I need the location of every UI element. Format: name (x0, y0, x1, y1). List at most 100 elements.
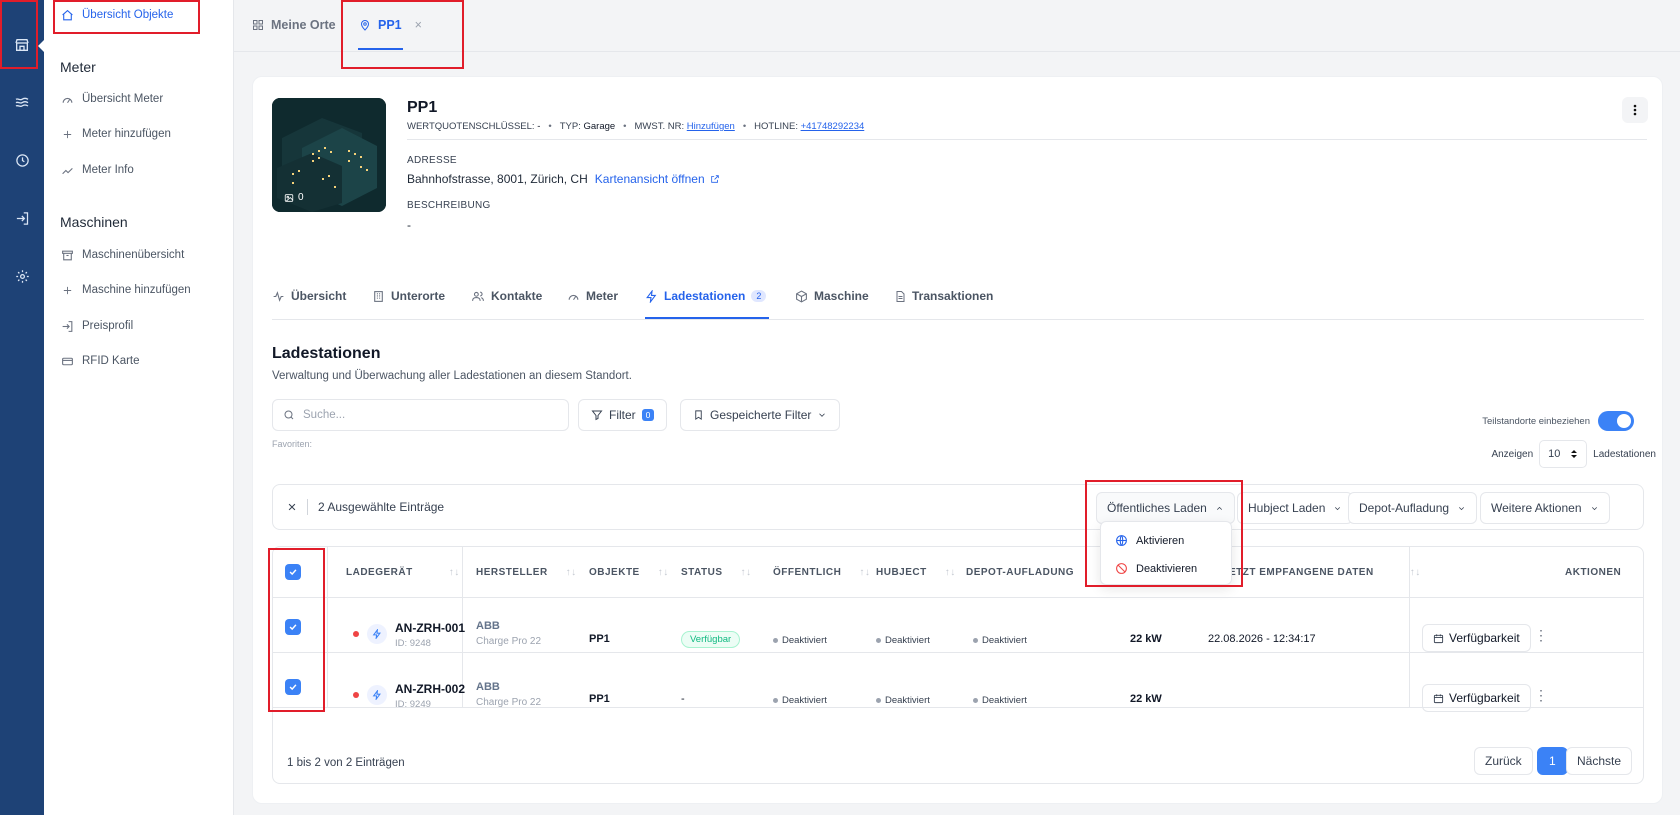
power-cell: 22 kW (1130, 693, 1162, 705)
col-hubject[interactable]: HUBJECT ↑↓ (876, 547, 956, 597)
sidebar-item-maschinenuebersicht[interactable]: Maschinenübersicht (60, 245, 184, 265)
col-depot-aufladung[interactable]: DEPOT-AUFLADUNG (966, 547, 1088, 597)
status-value: - (681, 693, 685, 705)
users-icon (471, 290, 485, 303)
col-hersteller[interactable]: HERSTELLER ↑↓ (476, 547, 577, 597)
divider (407, 139, 1647, 140)
column-label: HERSTELLER (476, 566, 548, 578)
status-badge: Verfügbar (681, 631, 741, 648)
settings-icon[interactable] (0, 256, 44, 296)
sort-icon: ↑↓ (448, 566, 460, 578)
col-objekte[interactable]: OBJEKTE ↑↓ (589, 547, 669, 597)
prev-page-button[interactable]: Zurück (1474, 747, 1533, 775)
calendar-icon (1433, 693, 1444, 704)
current-page-button[interactable]: 1 (1537, 747, 1568, 775)
page-size-select[interactable]: 10 (1539, 440, 1588, 468)
tab-label: Kontakte (491, 289, 543, 303)
tab-meine-orte[interactable]: Meine Orte (252, 18, 336, 32)
show-label: Anzeigen (1491, 448, 1534, 460)
charger-id: ID: 9249 (395, 699, 431, 710)
more-actions-button[interactable]: Weitere Aktionen (1480, 492, 1610, 524)
sidebar-item-label: Preisprofil (82, 320, 134, 332)
tab-kontakte[interactable]: Kontakte (471, 289, 542, 303)
row-divider (273, 652, 1643, 653)
tab-transaktionen[interactable]: Transaktionen (894, 289, 993, 303)
sort-icon: ↑↓ (740, 566, 752, 578)
waves-icon[interactable] (0, 82, 44, 122)
action-label: Depot-Aufladung (1359, 501, 1450, 515)
object-cell[interactable]: PP1 (589, 633, 610, 645)
tab-ladestationen[interactable]: Ladestationen 2 (645, 289, 767, 303)
sort-icon: ↑↓ (1409, 566, 1421, 578)
chevron-down-icon (1333, 504, 1342, 513)
object-cell[interactable]: PP1 (589, 693, 610, 705)
sidebar-item-rfid-karte[interactable]: RFID Karte (60, 351, 140, 371)
annotation-box (341, 0, 464, 69)
column-label: AKTIONEN (1565, 566, 1622, 578)
box-icon (795, 289, 808, 303)
tab-unterorte[interactable]: Unterorte (372, 289, 445, 303)
sort-icon: ↑↓ (944, 566, 956, 578)
sidebar-item-meter-info[interactable]: Meter Info (60, 160, 134, 180)
selected-count-text: 2 Ausgewählte Einträge (318, 500, 445, 514)
availability-label: Verfügbarkeit (1449, 691, 1520, 705)
clock-icon[interactable] (0, 140, 44, 180)
column-label: ÖFFENTLICH (773, 566, 842, 578)
status-dot (353, 631, 359, 637)
saved-filters-label: Gespeicherte Filter (710, 408, 812, 422)
login-icon[interactable] (0, 198, 44, 238)
sidebar-item-maschine-hinzufuegen[interactable]: Maschine hinzufügen (60, 280, 191, 300)
manufacturer-model: Charge Pro 22 (476, 636, 542, 647)
updown-icon (1570, 449, 1578, 459)
charger-cell[interactable]: AN-ZRH-001 ID: 9248 (395, 621, 465, 649)
saved-filters-button[interactable]: Gespeicherte Filter (680, 399, 841, 431)
tab-meter[interactable]: Meter (567, 289, 618, 303)
sidebar-item-meter-hinzufuegen[interactable]: Meter hinzufügen (60, 124, 171, 144)
meta-key-value: - (537, 121, 541, 132)
close-icon[interactable] (287, 502, 297, 512)
sidebar-item-label: Maschinenübersicht (82, 249, 185, 261)
object-title: PP1 (407, 99, 438, 116)
status-dot (353, 692, 359, 698)
public-state: Deaktiviert (773, 695, 827, 706)
col-ladegeraet[interactable]: LADEGERÄT ↑↓ (346, 547, 466, 597)
chevron-down-icon (817, 410, 827, 420)
section-subtitle: Verwaltung und Überwachung aller Ladesta… (272, 370, 632, 382)
hubject-charging-button[interactable]: Hubject Laden (1237, 492, 1354, 524)
include-subsites-toggle[interactable] (1598, 411, 1634, 431)
charger-cell[interactable]: AN-ZRH-002 ID: 9249 (395, 682, 465, 710)
annotation-box (53, 0, 200, 34)
tab-maschine[interactable]: Maschine (795, 289, 869, 303)
map-link[interactable]: Kartenansicht öffnen (595, 172, 720, 186)
gauge-icon (567, 290, 580, 303)
more-options-button[interactable] (1622, 97, 1648, 123)
row-menu-icon[interactable]: ⋮ (1534, 687, 1548, 704)
annotation-box (268, 548, 325, 712)
column-label: HUBJECT (876, 566, 927, 578)
manufacturer-cell: ABB Charge Pro 22 (476, 620, 541, 647)
add-vat-link[interactable]: Hinzufügen (687, 121, 735, 132)
depot-state: Deaktiviert (973, 635, 1027, 646)
tabs-divider (272, 319, 1644, 320)
depot-charging-button[interactable]: Depot-Aufladung (1348, 492, 1478, 524)
meta-type-value: Garage (583, 121, 616, 132)
object-photo[interactable]: 0 (272, 98, 386, 212)
filter-button[interactable]: Filter 0 (578, 399, 668, 431)
sidebar-item-preisprofil[interactable]: Preisprofil (60, 316, 133, 336)
object-meta: WERTQUOTENSCHLÜSSEL: - • TYP: Garage • M… (407, 121, 864, 132)
row-menu-icon[interactable]: ⋮ (1534, 627, 1548, 644)
col-oeffentlich[interactable]: ÖFFENTLICH ↑↓ (773, 547, 870, 597)
hotline-link[interactable]: +41748292234 (801, 121, 865, 132)
manufacturer-cell: ABB Charge Pro 22 (476, 681, 541, 708)
sidebar-item-label: Übersicht Meter (82, 93, 164, 105)
sidebar-item-uebersicht-meter[interactable]: Übersicht Meter (60, 89, 163, 109)
col-status[interactable]: STATUS ↑↓ (681, 547, 752, 597)
map-link-label: Kartenansicht öffnen (594, 172, 705, 186)
next-page-button[interactable]: Nächste (1566, 747, 1633, 775)
archive-icon (60, 248, 74, 262)
annotation-box (1085, 480, 1243, 587)
action-label: Weitere Aktionen (1491, 501, 1582, 515)
search-input[interactable]: Suche... (272, 399, 569, 431)
tab-uebersicht[interactable]: Übersicht (272, 289, 346, 303)
availability-button[interactable]: Verfügbarkeit (1422, 624, 1531, 652)
